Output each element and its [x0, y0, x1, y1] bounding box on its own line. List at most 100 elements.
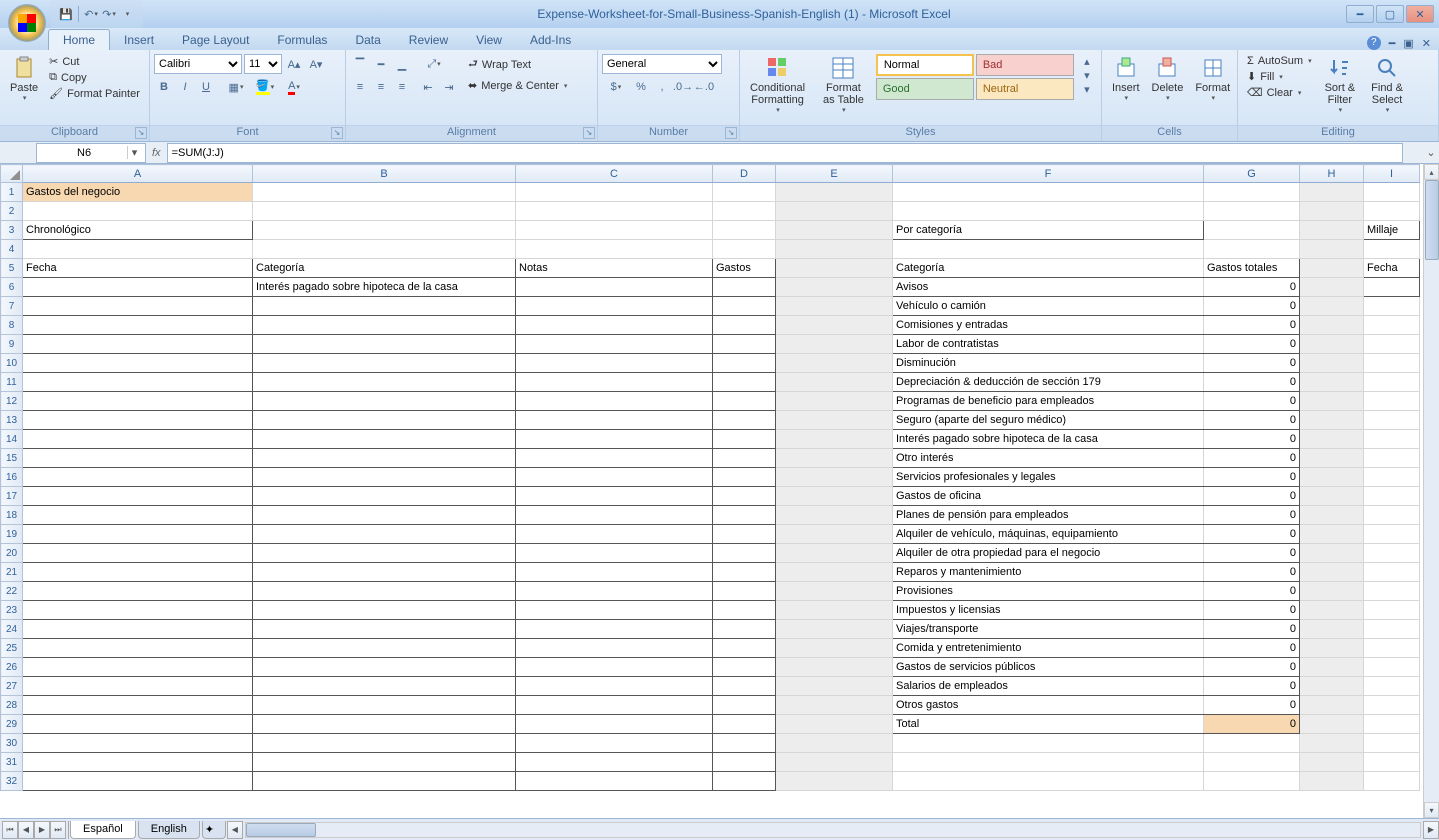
cell-G4[interactable]	[1204, 240, 1300, 259]
name-box-input[interactable]	[41, 147, 127, 159]
decrease-decimal-button[interactable]: ←.0	[694, 77, 714, 97]
cell-H17[interactable]	[1300, 487, 1364, 506]
cell-A19[interactable]	[23, 525, 253, 544]
insert-cells-button[interactable]: Insert	[1106, 54, 1146, 104]
italic-button[interactable]: I	[175, 77, 195, 97]
cell-G26[interactable]: 0	[1204, 658, 1300, 677]
row-header-32[interactable]: 32	[1, 772, 23, 791]
wrap-text-button[interactable]: ⮐Wrap Text	[465, 54, 570, 75]
cell-A12[interactable]	[23, 392, 253, 411]
cell-G11[interactable]: 0	[1204, 373, 1300, 392]
cell-D30[interactable]	[713, 734, 776, 753]
cell-I12[interactable]	[1364, 392, 1420, 411]
redo-icon[interactable]: ↷	[101, 6, 117, 22]
select-all-cell[interactable]	[1, 165, 23, 183]
increase-font-button[interactable]: A▴	[284, 54, 304, 74]
tab-review[interactable]: Review	[395, 30, 462, 50]
cell-F28[interactable]: Otros gastos	[893, 696, 1204, 715]
minimize-button[interactable]: ━	[1346, 5, 1374, 23]
cell-F7[interactable]: Vehículo o camión	[893, 297, 1204, 316]
cell-B27[interactable]	[253, 677, 516, 696]
cell-style-good[interactable]: Good	[876, 78, 974, 100]
align-top-button[interactable]: ▔	[350, 54, 370, 74]
cell-G6[interactable]: 0	[1204, 278, 1300, 297]
cell-I24[interactable]	[1364, 620, 1420, 639]
cell-F31[interactable]	[893, 753, 1204, 772]
cell-G21[interactable]: 0	[1204, 563, 1300, 582]
cell-D27[interactable]	[713, 677, 776, 696]
cell-A31[interactable]	[23, 753, 253, 772]
cell-B16[interactable]	[253, 468, 516, 487]
row-header-31[interactable]: 31	[1, 753, 23, 772]
cell-C29[interactable]	[516, 715, 713, 734]
cell-style-normal[interactable]: Normal	[876, 54, 974, 76]
cell-E32[interactable]	[776, 772, 893, 791]
column-header-A[interactable]: A	[23, 165, 253, 183]
cell-C13[interactable]	[516, 411, 713, 430]
cell-C17[interactable]	[516, 487, 713, 506]
cell-C11[interactable]	[516, 373, 713, 392]
cell-I8[interactable]	[1364, 316, 1420, 335]
cell-B3[interactable]	[253, 221, 516, 240]
row-header-24[interactable]: 24	[1, 620, 23, 639]
row-header-30[interactable]: 30	[1, 734, 23, 753]
cell-H29[interactable]	[1300, 715, 1364, 734]
cell-E14[interactable]	[776, 430, 893, 449]
cell-F24[interactable]: Viajes/transporte	[893, 620, 1204, 639]
delete-cells-button[interactable]: Delete	[1146, 54, 1190, 104]
column-header-E[interactable]: E	[776, 165, 893, 183]
cell-E22[interactable]	[776, 582, 893, 601]
cell-I3[interactable]: Millaje	[1364, 221, 1420, 240]
row-header-21[interactable]: 21	[1, 563, 23, 582]
cell-E24[interactable]	[776, 620, 893, 639]
cell-D28[interactable]	[713, 696, 776, 715]
qat-customize-icon[interactable]	[119, 6, 135, 22]
scroll-up-button[interactable]: ▴	[1424, 164, 1439, 180]
cell-E7[interactable]	[776, 297, 893, 316]
cell-I11[interactable]	[1364, 373, 1420, 392]
cell-C1[interactable]	[516, 183, 713, 202]
cell-G10[interactable]: 0	[1204, 354, 1300, 373]
cell-D29[interactable]	[713, 715, 776, 734]
align-center-button[interactable]: ≡	[371, 77, 391, 97]
cell-G3[interactable]	[1204, 221, 1300, 240]
cell-B11[interactable]	[253, 373, 516, 392]
cell-I4[interactable]	[1364, 240, 1420, 259]
hscroll-thumb[interactable]	[246, 823, 316, 837]
decrease-indent-button[interactable]: ⇤	[418, 77, 438, 97]
borders-button[interactable]: ▦	[222, 77, 250, 97]
cell-F32[interactable]	[893, 772, 1204, 791]
alignment-dialog-launcher[interactable]: ↘	[583, 127, 595, 139]
cell-F13[interactable]: Seguro (aparte del seguro médico)	[893, 411, 1204, 430]
last-sheet-button[interactable]: ⏭	[50, 821, 66, 839]
cell-F5[interactable]: Categoría	[893, 259, 1204, 278]
cell-B26[interactable]	[253, 658, 516, 677]
save-icon[interactable]: 💾	[58, 6, 74, 22]
cell-H5[interactable]	[1300, 259, 1364, 278]
cell-A28[interactable]	[23, 696, 253, 715]
sheet-tab-english[interactable]: English	[138, 821, 200, 839]
cell-F3[interactable]: Por categoría	[893, 221, 1204, 240]
name-box[interactable]: ▾	[36, 143, 146, 163]
cell-B15[interactable]	[253, 449, 516, 468]
horizontal-scrollbar[interactable]	[245, 822, 1421, 838]
cell-E20[interactable]	[776, 544, 893, 563]
cell-A4[interactable]	[23, 240, 253, 259]
cell-H27[interactable]	[1300, 677, 1364, 696]
cell-H8[interactable]	[1300, 316, 1364, 335]
cell-H15[interactable]	[1300, 449, 1364, 468]
cell-G19[interactable]: 0	[1204, 525, 1300, 544]
cell-E5[interactable]	[776, 259, 893, 278]
tab-home[interactable]: Home	[48, 29, 110, 50]
cell-E2[interactable]	[776, 202, 893, 221]
cell-H26[interactable]	[1300, 658, 1364, 677]
cell-I9[interactable]	[1364, 335, 1420, 354]
cell-B21[interactable]	[253, 563, 516, 582]
cell-B25[interactable]	[253, 639, 516, 658]
cell-H11[interactable]	[1300, 373, 1364, 392]
cell-D8[interactable]	[713, 316, 776, 335]
cell-G31[interactable]	[1204, 753, 1300, 772]
cell-D6[interactable]	[713, 278, 776, 297]
column-header-B[interactable]: B	[253, 165, 516, 183]
cell-A30[interactable]	[23, 734, 253, 753]
